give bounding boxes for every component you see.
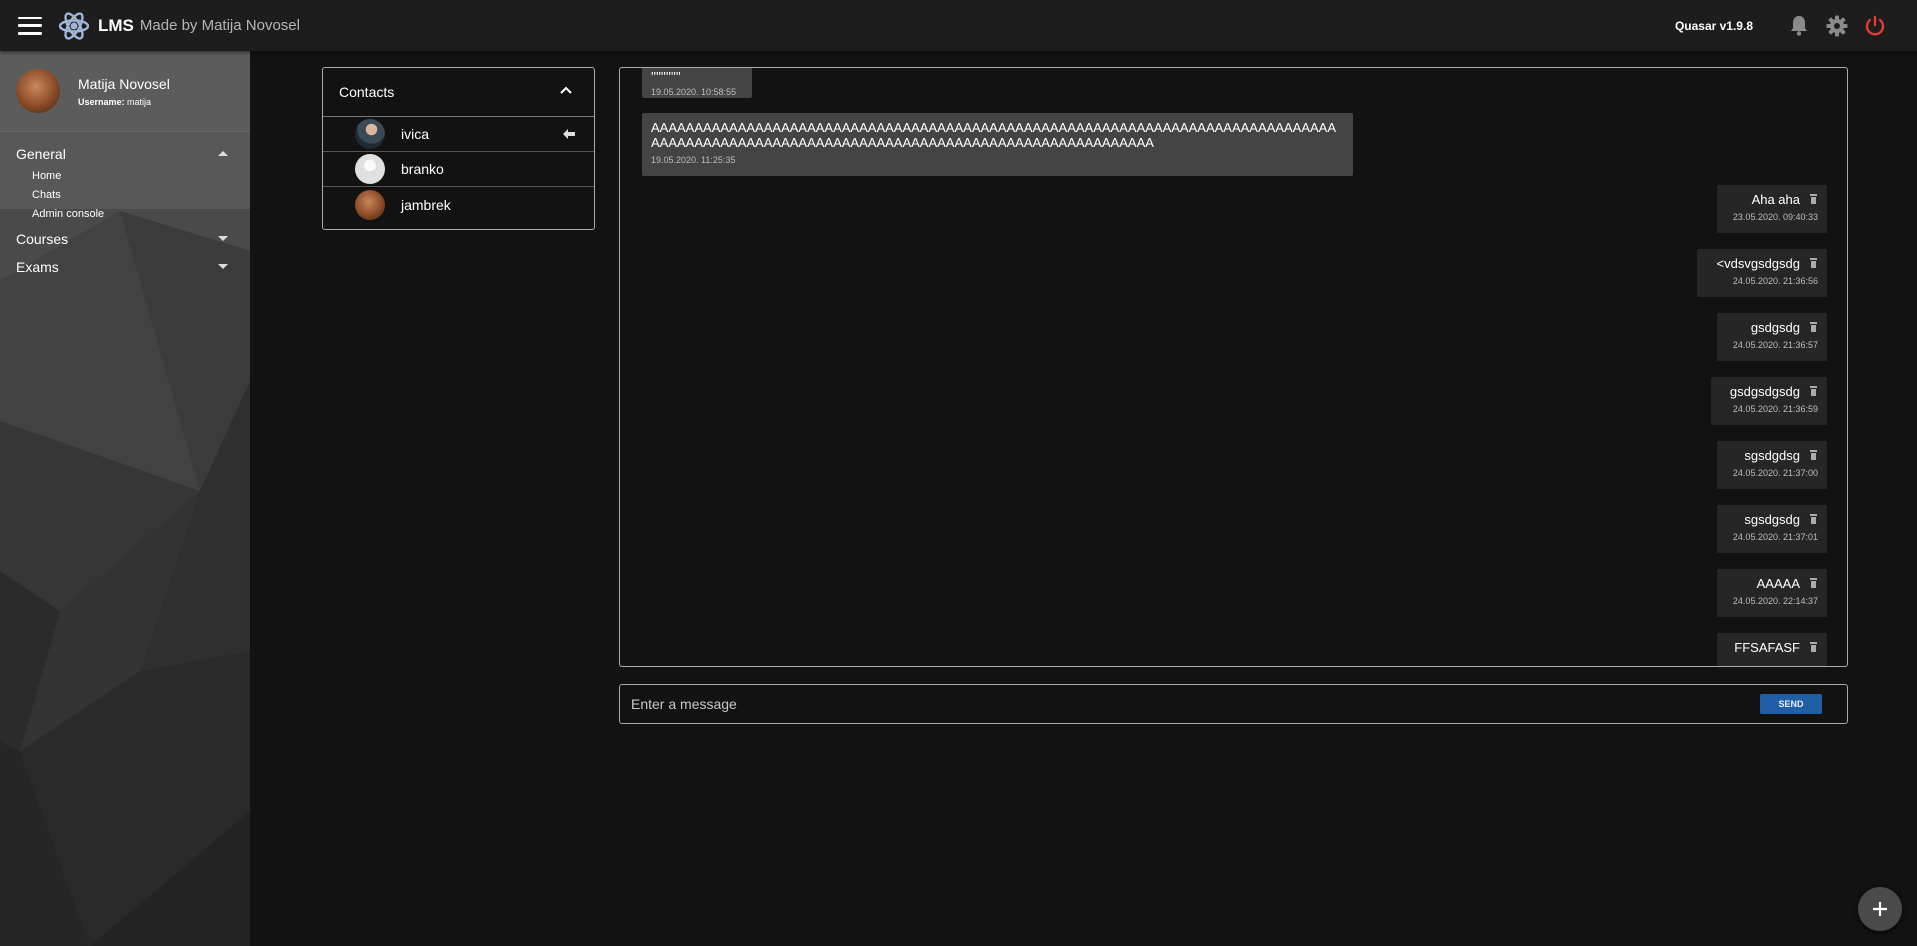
contact-item[interactable]: branko [323, 152, 594, 187]
sidebar-item-home[interactable]: Home [0, 166, 250, 185]
version-label: Quasar v1.9.8 [1674, 18, 1753, 33]
message-date: 24.05.2020. 21:36:59 [1732, 404, 1818, 414]
sidebar-nav: General Home Chats Admin console Courses… [0, 142, 250, 279]
caret-up-icon [218, 151, 228, 156]
contact-name: jambrek [401, 196, 451, 213]
message-text: gsdgsdgsdg [1729, 384, 1800, 399]
message-date: 24.05.2020. 21:36:57 [1732, 340, 1818, 350]
add-fab-button[interactable] [1858, 887, 1902, 931]
username-label: Username: [78, 96, 125, 107]
message-bubble: sgsdgdsg 24.05.2020. 21:37:00 [1717, 441, 1827, 489]
nav-group-exams[interactable]: Exams [0, 255, 250, 279]
caret-down-icon [218, 236, 228, 241]
message-date: 19.05.2020. 10:58:55 [651, 87, 737, 97]
gear-icon[interactable] [1825, 14, 1849, 38]
message-text: Aha aha [1751, 192, 1800, 207]
contact-item[interactable]: jambrek [323, 187, 594, 222]
nav-group-label: Exams [16, 259, 59, 275]
chat-messages-panel: '''''''''''' 19.05.2020. 10:58:55 AAAAAA… [619, 67, 1848, 667]
message-bubble: AAAAAAAAAAAAAAAAAAAAAAAAAAAAAAAAAAAAAAAA… [642, 113, 1353, 176]
message-text: AAAAA [1756, 576, 1800, 591]
menu-icon[interactable] [18, 16, 42, 35]
atom-logo-icon [58, 11, 90, 40]
contact-name: ivica [401, 126, 430, 142]
message-text: '''''''''''' [651, 69, 681, 84]
message-date: 24.05.2020. 21:36:56 [1732, 276, 1818, 286]
top-header: LMS Made by Matija Novosel Quasar v1.9.8 [0, 0, 1917, 51]
message-text: AAAAAAAAAAAAAAAAAAAAAAAAAAAAAAAAAAAAAAAA… [651, 120, 1337, 150]
nav-group-general[interactable]: General [0, 142, 250, 166]
plus-icon [1873, 902, 1887, 916]
message-text: sgsdgsdg [1744, 512, 1800, 527]
sidebar-item-chats[interactable]: Chats [0, 185, 250, 204]
contact-name: branko [401, 161, 444, 177]
trash-icon[interactable] [1809, 258, 1818, 269]
contact-item[interactable]: ivica [323, 117, 594, 152]
message-date: 23.05.2020. 09:40:33 [1732, 212, 1818, 222]
message-bubble: AAAAA 24.05.2020. 22:14:37 [1717, 569, 1827, 617]
message-text: gsdgsdg [1750, 320, 1800, 335]
avatar [355, 189, 385, 220]
sidebar: Matija Novosel Username: matija General … [0, 51, 250, 946]
message-bubble: '''''''''''' 19.05.2020. 10:58:55 [642, 68, 752, 98]
trash-icon[interactable] [1809, 386, 1818, 397]
trash-icon[interactable] [1809, 514, 1818, 525]
chevron-up-icon [560, 86, 572, 94]
message-bubble: gsdgsdg 24.05.2020. 21:36:57 [1717, 313, 1827, 361]
bell-icon[interactable] [1787, 14, 1811, 38]
send-button[interactable]: SEND [1760, 694, 1822, 714]
message-bubble: Aha aha 23.05.2020. 09:40:33 [1717, 185, 1827, 233]
message-composer: SEND [619, 684, 1848, 724]
message-date: 19.05.2020. 11:25:35 [651, 155, 736, 165]
avatar [355, 119, 385, 149]
trash-icon[interactable] [1809, 194, 1818, 205]
profile-username-row: Username: matija [78, 97, 170, 107]
message-bubble: sgsdgsdg 24.05.2020. 21:37:01 [1717, 505, 1827, 553]
message-text: <vdsvgsdgsdg [1716, 256, 1800, 271]
profile-name: Matija Novosel [78, 75, 170, 92]
nav-group-label: General [16, 146, 66, 162]
message-text: FFSAFASF [1734, 640, 1800, 655]
message-bubble: <vdsvgsdgsdg 24.05.2020. 21:36:56 [1697, 249, 1827, 297]
nav-group-courses[interactable]: Courses [0, 227, 250, 251]
avatar[interactable] [16, 69, 60, 113]
trash-icon[interactable] [1809, 322, 1818, 333]
sidebar-item-admin-console[interactable]: Admin console [0, 204, 250, 223]
trash-icon[interactable] [1809, 578, 1818, 589]
nav-group-label: Courses [16, 231, 69, 247]
caret-down-icon [218, 264, 228, 269]
trash-icon[interactable] [1809, 450, 1818, 461]
message-bubble: gsdgsdgsdg 24.05.2020. 21:36:59 [1711, 377, 1827, 425]
username-value: matija [127, 96, 152, 107]
message-date: 24.05.2020. 22:14:37 [1732, 596, 1818, 606]
app-title: LMS [98, 15, 134, 35]
message-date: 24.05.2020. 21:37:01 [1732, 532, 1818, 542]
profile-card: Matija Novosel Username: matija [0, 51, 250, 132]
message-input[interactable] [620, 696, 1760, 712]
power-icon[interactable] [1863, 14, 1887, 38]
app-subtitle: Made by Matija Novosel [139, 17, 300, 34]
message-bubble: FFSAFASF [1717, 633, 1827, 666]
message-text: sgsdgdsg [1744, 448, 1800, 463]
contacts-header[interactable]: Contacts [323, 68, 594, 117]
arrow-left-icon [563, 129, 575, 139]
contacts-panel: Contacts ivica branko jambrek [322, 67, 595, 230]
avatar [355, 154, 385, 184]
trash-icon[interactable] [1809, 642, 1818, 653]
contacts-title: Contacts [339, 84, 395, 100]
message-date: 24.05.2020. 21:37:00 [1732, 468, 1818, 478]
